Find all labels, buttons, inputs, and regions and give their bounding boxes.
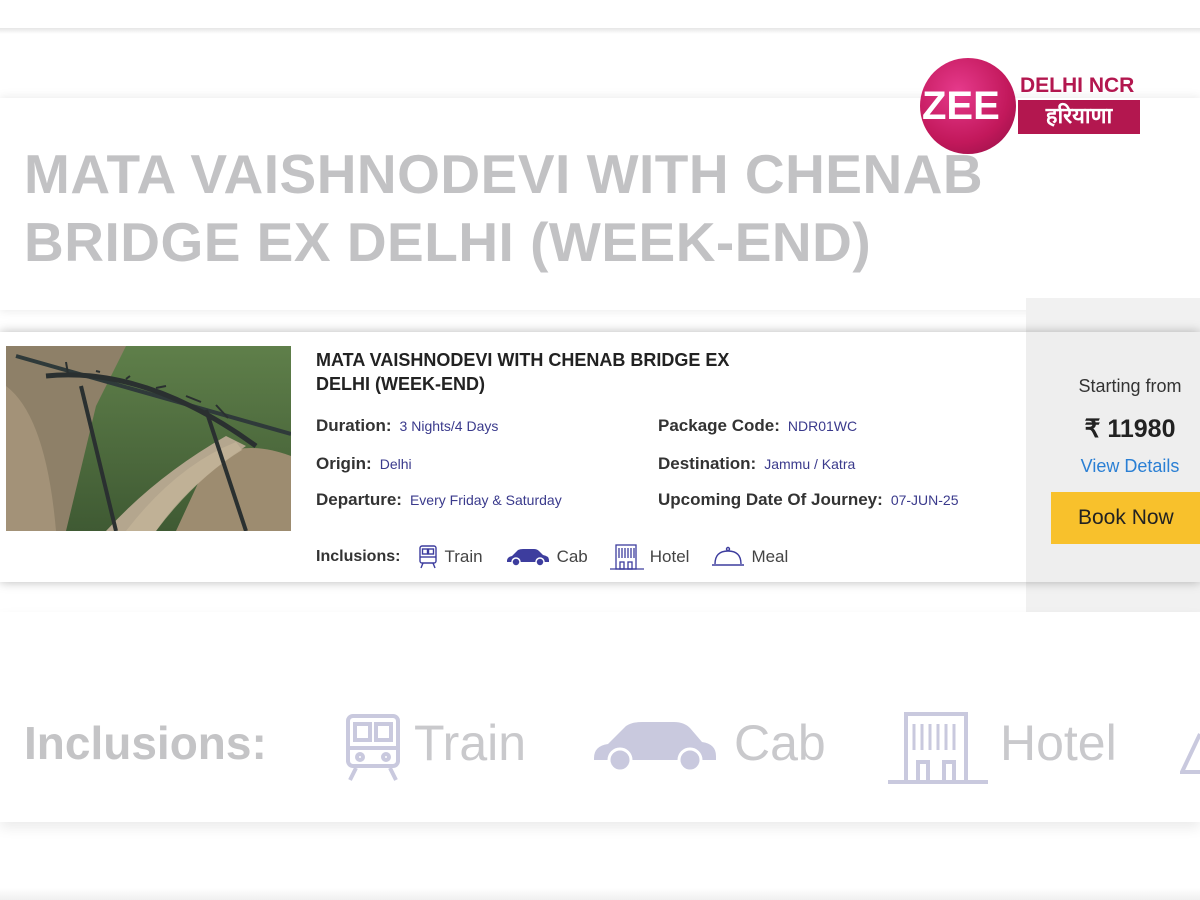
journey-date-field: Upcoming Date Of Journey: 07-JUN-25 <box>658 490 959 510</box>
package-code-label: Package Code: <box>658 416 780 435</box>
hotel-icon <box>609 544 644 570</box>
background-train-icon <box>346 714 400 781</box>
train-icon <box>419 545 438 569</box>
background-hotel-icon <box>888 712 988 784</box>
inclusion-cab: Cab <box>505 547 588 567</box>
departure-value: Every Friday & Saturday <box>409 492 562 508</box>
cab-label: Cab <box>556 547 588 566</box>
inclusion-train: Train <box>418 545 483 569</box>
background-strip-bottom <box>0 888 1200 900</box>
duration-field: Duration: 3 Nights/4 Days <box>316 416 498 436</box>
origin-value: Delhi <box>379 456 412 472</box>
cab-icon <box>506 549 549 567</box>
background-train-label: Train <box>414 715 527 771</box>
logo-region-hindi-text: हरियाणा <box>1018 100 1140 134</box>
train-label: Train <box>444 547 483 566</box>
package-photo <box>6 346 291 531</box>
inclusion-meal: Meal <box>711 546 788 568</box>
book-now-button[interactable]: Book Now <box>1051 492 1200 544</box>
journey-date-label: Upcoming Date Of Journey: <box>658 490 883 509</box>
package-title[interactable]: MATA VAISHNODEVI WITH CHENAB BRIDGE EX D… <box>316 348 736 396</box>
inclusions-row: Inclusions: Train Cab Hotel Meal <box>316 544 810 570</box>
duration-value: 3 Nights/4 Days <box>399 418 499 434</box>
background-inclusions-label: Inclusions: <box>24 717 267 769</box>
departure-label: Departure: <box>316 490 402 509</box>
price-value: ₹ 11980 <box>1084 415 1176 443</box>
background-strip-top <box>0 28 1200 34</box>
hotel-label: Hotel <box>649 547 690 566</box>
inclusions-label: Inclusions: <box>316 548 401 565</box>
starting-from-label: Starting from <box>1078 376 1182 396</box>
package-code-value: NDR01WC <box>787 418 858 434</box>
background-meal-icon <box>1180 733 1200 774</box>
background-cab-label: Cab <box>734 715 826 771</box>
package-card: MATA VAISHNODEVI WITH CHENAB BRIDGE EX D… <box>0 332 1200 582</box>
chenab-bridge-image <box>6 346 291 531</box>
background-title: MATA VAISHNODEVI WITH CHENAB BRIDGE EX D… <box>24 143 984 273</box>
background-hotel-label: Hotel <box>1000 715 1117 771</box>
background-cab-icon <box>594 722 716 773</box>
meal-icon <box>712 546 745 566</box>
pricing-panel: Starting from ₹ 11980 View Details Book … <box>1026 332 1200 582</box>
origin-field: Origin: Delhi <box>316 454 412 474</box>
zee-delhi-ncr-haryana-logo: ZEE DELHI NCR हरियाणा <box>920 58 1142 154</box>
destination-label: Destination: <box>658 454 757 473</box>
journey-date-value: 07-JUN-25 <box>890 492 959 508</box>
destination-field: Destination: Jammu / Katra <box>658 454 855 474</box>
package-code-field: Package Code: NDR01WC <box>658 416 857 436</box>
destination-value: Jammu / Katra <box>764 456 856 472</box>
duration-label: Duration: <box>316 416 392 435</box>
origin-label: Origin: <box>316 454 372 473</box>
logo-region-text: DELHI NCR <box>1020 74 1135 97</box>
meal-label: Meal <box>751 547 789 566</box>
view-details-link[interactable]: View Details <box>1026 456 1200 477</box>
logo-brand-text: ZEE <box>922 84 1000 128</box>
inclusion-hotel: Hotel <box>609 544 690 570</box>
departure-field: Departure: Every Friday & Saturday <box>316 490 562 510</box>
